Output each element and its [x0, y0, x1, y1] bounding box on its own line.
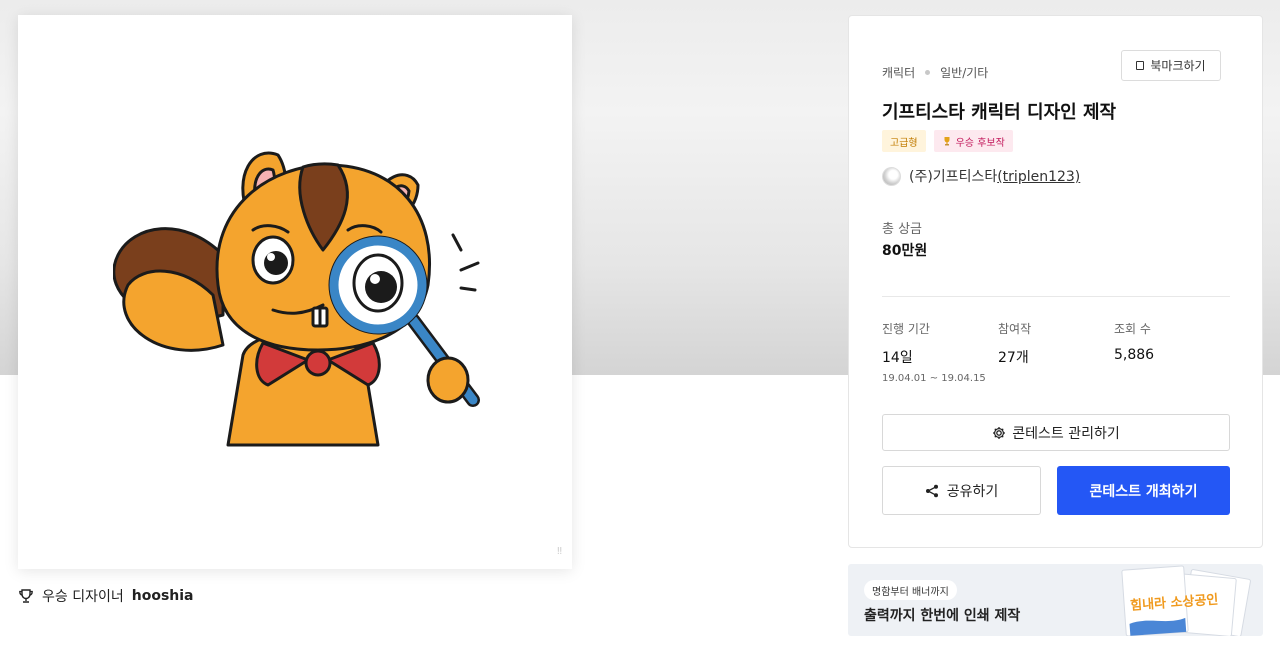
contest-title: 기프티스타 캐릭터 디자인 제작 — [882, 102, 1117, 123]
category-breadcrumb: 캐릭터 일반/기타 — [882, 64, 988, 81]
prize-label: 총 상금 — [882, 222, 923, 237]
avatar — [882, 166, 901, 186]
candidate-badge: 우승 후보작 — [933, 130, 1013, 152]
banner-illustration: 힘내라 소상공인 — [1121, 565, 1251, 636]
breadcrumb-separator-dot — [925, 70, 931, 75]
bookmark-icon — [1136, 61, 1145, 70]
artwork-corner-mark: ‼ — [557, 546, 562, 557]
banner-tag: 명함부터 배너까지 — [864, 580, 957, 600]
manage-contest-button[interactable]: 콘테스트 관리하기 — [882, 414, 1230, 451]
contest-owner: (주)기프티스타(triplen123) — [882, 166, 1080, 186]
contest-info-card: 캐릭터 일반/기타 북마크하기 기프티스타 캐릭터 디자인 제작 고급형 우승 … — [848, 15, 1263, 548]
candidate-badge-label: 우승 후보작 — [955, 137, 1005, 149]
stat-entries: 참여작 27개 — [998, 320, 1031, 367]
stat-views-value: 5,886 — [1114, 347, 1155, 363]
divider — [882, 296, 1230, 297]
trophy-icon — [19, 589, 33, 603]
winner-designer: 우승 디자이너 hooshia — [18, 586, 193, 606]
host-contest-button[interactable]: 콘테스트 개최하기 — [1057, 466, 1230, 515]
artwork-card[interactable]: ‼ — [18, 15, 572, 569]
category-label[interactable]: 캐릭터 — [882, 64, 915, 81]
banner-headline: 출력까지 한번에 인쇄 제작 — [864, 608, 1021, 624]
stat-period-value: 14일 — [882, 350, 913, 366]
grade-badge: 고급형 — [882, 130, 926, 152]
owner-name: (주)기프티스타 — [909, 169, 998, 185]
print-promo-banner[interactable]: 명함부터 배너까지 출력까지 한번에 인쇄 제작 힘내라 소상공인 — [848, 564, 1263, 636]
stat-entries-value: 27개 — [998, 350, 1029, 366]
gear-icon — [993, 426, 1006, 439]
winner-prefix: 우승 디자이너 — [42, 589, 124, 605]
share-icon — [925, 484, 938, 497]
bookmark-button[interactable]: 북마크하기 — [1121, 50, 1221, 81]
prize-value: 80만원 — [882, 243, 928, 259]
stat-period-label: 진행 기간 — [882, 322, 930, 336]
stat-period: 진행 기간 14일 19.04.01 ~ 19.04.15 — [882, 320, 986, 384]
share-button[interactable]: 공유하기 — [882, 466, 1041, 515]
badge-row: 고급형 우승 후보작 — [882, 130, 1013, 152]
stat-views: 조회 수 5,886 — [1114, 320, 1154, 363]
trophy-icon — [944, 137, 950, 146]
stat-period-range: 19.04.01 ~ 19.04.15 — [882, 373, 986, 384]
owner-handle-link[interactable]: (triplen123) — [997, 169, 1080, 185]
share-label: 공유하기 — [946, 483, 999, 500]
bookmark-label: 북마크하기 — [1150, 59, 1206, 73]
stat-views-label: 조회 수 — [1114, 322, 1151, 336]
winner-designer-name[interactable]: hooshia — [132, 588, 194, 604]
subcategory-label[interactable]: 일반/기타 — [940, 64, 988, 81]
squirrel-character-illustration — [113, 151, 480, 447]
manage-contest-label: 콘테스트 관리하기 — [1012, 425, 1120, 442]
stat-entries-label: 참여작 — [998, 322, 1032, 336]
